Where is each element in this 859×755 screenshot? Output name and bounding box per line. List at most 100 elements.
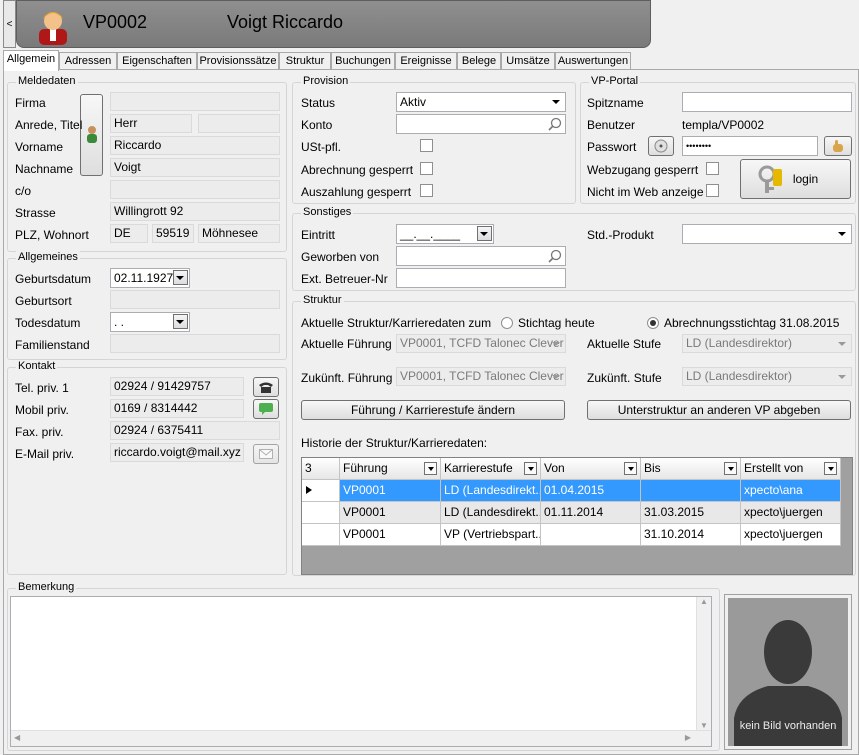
aktuelle-fuehrung-select[interactable]: VP0001, TCFD Talonec Clever (396, 334, 566, 353)
aktuelle-stufe-select[interactable]: LD (Landesdirektor) (682, 334, 852, 353)
column-header-von[interactable]: Von (541, 458, 641, 480)
tab-adressen[interactable]: Adressen (59, 52, 117, 70)
chevron-down-icon[interactable] (173, 270, 188, 285)
table-cell[interactable]: LD (Landesdirekt... (441, 480, 541, 502)
scroll-right-icon[interactable]: ▶ (685, 733, 691, 742)
abrechnung-checkbox[interactable] (420, 162, 433, 175)
ext-betreuer-input[interactable] (396, 268, 566, 288)
column-header-bis[interactable]: Bis (641, 458, 741, 480)
email-button[interactable] (253, 444, 279, 464)
filter-icon[interactable] (624, 462, 637, 475)
table-cell[interactable]: VP0001 (340, 480, 441, 502)
strasse-field[interactable]: Willingrott 92 (110, 202, 280, 221)
vertical-scrollbar[interactable]: ▲ ▼ (696, 597, 711, 730)
tel-field[interactable]: 02924 / 91429757 (110, 377, 244, 396)
login-button[interactable]: login (740, 159, 851, 199)
co-field[interactable] (110, 180, 280, 199)
tab-auswertungen[interactable]: Auswertungen (555, 52, 631, 70)
webzugang-checkbox[interactable] (706, 162, 719, 175)
tab-ereignisse[interactable]: Ereignisse (395, 52, 457, 70)
back-button[interactable]: < (3, 0, 16, 48)
ust-checkbox[interactable] (420, 139, 433, 152)
email-field[interactable]: riccardo.voigt@mail.xyz (110, 443, 244, 462)
search-icon[interactable] (548, 117, 562, 131)
historie-grid[interactable]: 3 Führung Karrierestufe Von Bis Erstellt… (301, 457, 853, 575)
familienstand-field[interactable] (110, 334, 280, 353)
row-selector[interactable] (302, 524, 340, 546)
scroll-down-icon[interactable]: ▼ (697, 721, 711, 730)
table-cell[interactable] (641, 480, 741, 502)
tab-belege[interactable]: Belege (457, 52, 501, 70)
stichtag-heute-label[interactable]: Stichtag heute (518, 316, 595, 330)
fax-field[interactable]: 02924 / 6375411 (110, 421, 280, 440)
row-selector[interactable] (302, 480, 340, 502)
stichtag-heute-radio[interactable] (501, 317, 513, 329)
mobil-field[interactable]: 0169 / 8314442 (110, 399, 244, 418)
eintritt-picker[interactable]: __.__.____ (396, 224, 494, 244)
chevron-down-icon[interactable] (173, 314, 188, 329)
abrechnungsstichtag-radio[interactable] (647, 317, 659, 329)
filter-icon[interactable] (724, 462, 737, 475)
plz-field[interactable]: 59519 (152, 224, 194, 243)
table-cell[interactable]: 31.10.2014 (641, 524, 741, 546)
fuehrung-aendern-button[interactable]: Führung / Karrierestufe ändern (301, 400, 565, 420)
nicht-im-web-checkbox[interactable] (706, 184, 719, 197)
filter-icon[interactable] (524, 462, 537, 475)
status-select[interactable]: Aktiv (396, 92, 566, 112)
filter-icon[interactable] (824, 462, 837, 475)
vorname-field[interactable]: Riccardo (110, 136, 280, 155)
show-password-button[interactable] (824, 136, 852, 156)
konto-input[interactable] (396, 114, 566, 134)
chevron-down-icon[interactable] (477, 226, 492, 241)
table-cell[interactable]: xpecto\ana (741, 480, 841, 502)
tab-buchungen[interactable]: Buchungen (331, 52, 395, 70)
table-cell[interactable]: VP0001 (340, 502, 441, 524)
table-cell[interactable]: 01.11.2014 (541, 502, 641, 524)
zukuenftige-stufe-select[interactable]: LD (Landesdirektor) (682, 367, 852, 386)
titel-field[interactable] (198, 114, 280, 133)
filter-icon[interactable] (424, 462, 437, 475)
scroll-left-icon[interactable]: ◀ (14, 733, 20, 742)
land-field[interactable]: DE (110, 224, 148, 243)
column-header-karrierestufe[interactable]: Karrierestufe (441, 458, 541, 480)
geburtsort-field[interactable] (110, 290, 280, 309)
bemerkung-textarea[interactable]: ▲ ▼ ◀ ▶ (10, 596, 712, 747)
auszahlung-checkbox[interactable] (420, 184, 433, 197)
unterstruktur-abgeben-button[interactable]: Unterstruktur an anderen VP abgeben (587, 400, 851, 420)
table-cell[interactable]: 31.03.2015 (641, 502, 741, 524)
contact-card-button[interactable] (80, 94, 103, 176)
tab-eigenschaften[interactable]: Eigenschaften (117, 52, 197, 70)
scroll-up-icon[interactable]: ▲ (697, 597, 711, 606)
passwort-input[interactable]: •••••••• (682, 136, 818, 156)
nachname-field[interactable]: Voigt (110, 158, 280, 177)
table-cell[interactable]: VP0001 (340, 524, 441, 546)
call-button[interactable] (253, 377, 279, 397)
table-cell[interactable]: LD (Landesdirekt... (441, 502, 541, 524)
table-cell[interactable]: xpecto\juergen (741, 524, 841, 546)
horizontal-scrollbar[interactable]: ◀ ▶ (11, 730, 711, 746)
ort-field[interactable]: Möhnesee (198, 224, 280, 243)
firma-field[interactable] (110, 92, 280, 111)
table-cell[interactable]: VP (Vertriebspart... (441, 524, 541, 546)
search-icon[interactable] (548, 249, 562, 263)
row-selector[interactable] (302, 502, 340, 524)
tab-provisionssaetze[interactable]: Provisionssätze (197, 52, 279, 70)
tab-umsaetze[interactable]: Umsätze (501, 52, 555, 70)
geworben-input[interactable] (396, 246, 566, 266)
table-cell[interactable]: xpecto\juergen (741, 502, 841, 524)
photo-frame[interactable]: kein Bild vorhanden (724, 594, 852, 750)
zukuenftige-fuehrung-select[interactable]: VP0001, TCFD Talonec Clever (396, 367, 566, 386)
column-header-erstellt-von[interactable]: Erstellt von (741, 458, 841, 480)
table-cell[interactable] (541, 524, 641, 546)
table-cell[interactable]: 01.04.2015 (541, 480, 641, 502)
todesdatum-picker[interactable]: . . (110, 312, 190, 332)
geburtsdatum-picker[interactable]: 02.11.1927 (110, 268, 190, 288)
column-header-fuehrung[interactable]: Führung (340, 458, 441, 480)
tab-allgemein[interactable]: Allgemein (3, 50, 59, 71)
std-produkt-select[interactable] (682, 224, 852, 244)
generate-password-button[interactable] (648, 136, 674, 156)
abrechnungsstichtag-label[interactable]: Abrechnungsstichtag 31.08.2015 (664, 316, 839, 330)
tab-struktur[interactable]: Struktur (279, 52, 331, 70)
sms-button[interactable] (253, 399, 279, 419)
spitzname-input[interactable] (682, 92, 852, 112)
